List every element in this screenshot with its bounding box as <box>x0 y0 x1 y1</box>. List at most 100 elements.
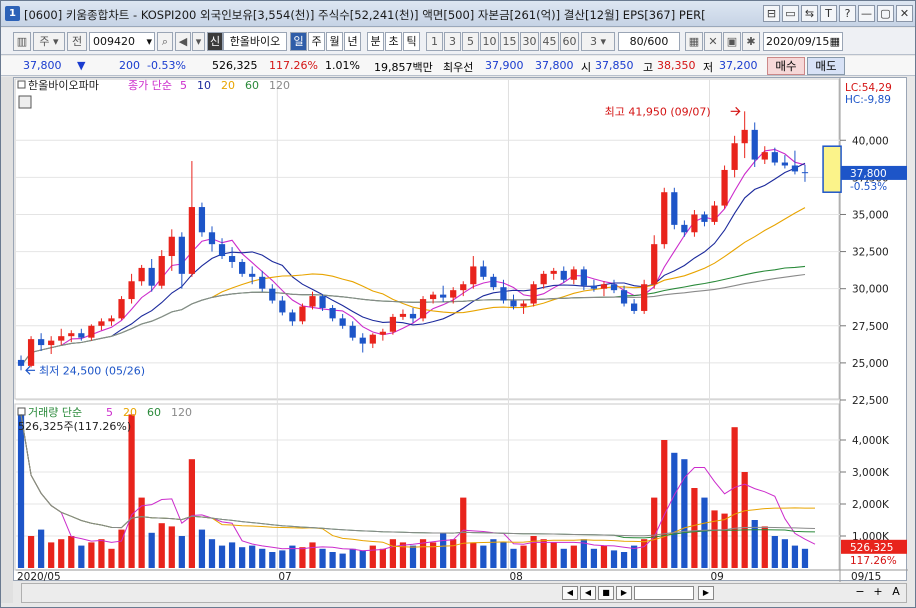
toolbar: ▥ 주 ▾ 전 009420 ▾ ⌕ ◀ ▾ 신 한올바이오 일 주 월 년 분 … <box>1 28 915 55</box>
date-input[interactable]: 2020/09/15 ▦ <box>763 32 843 51</box>
price-change-pct: -0.53% <box>147 59 186 72</box>
interval-5[interactable]: 5 <box>462 32 479 51</box>
volume-bar <box>761 526 768 568</box>
period-second[interactable]: 초 <box>385 32 402 51</box>
interval-3[interactable]: 3 <box>444 32 461 51</box>
current-price: 37,800 <box>23 59 62 72</box>
interval-1[interactable]: 1 <box>426 32 443 51</box>
volume-bar <box>178 536 185 568</box>
candle-body <box>108 318 115 322</box>
x-tick-label: 07 <box>278 571 291 582</box>
candle-body <box>289 312 296 322</box>
speaker-icon[interactable]: ◀ <box>175 32 191 51</box>
prev-button[interactable]: 전 <box>67 32 87 51</box>
period-week[interactable]: 주 <box>308 32 325 51</box>
volume-bar <box>128 414 135 568</box>
candle-body <box>580 269 587 286</box>
legend-ma-120: 120 <box>269 79 290 92</box>
search-icon[interactable]: ⌕ <box>157 32 173 51</box>
period-year[interactable]: 년 <box>344 32 361 51</box>
period-tick[interactable]: 틱 <box>403 32 420 51</box>
candle-body <box>259 276 266 289</box>
high-label: 고 <box>643 61 654 74</box>
interval-30[interactable]: 30 <box>520 32 539 51</box>
period-minute[interactable]: 분 <box>367 32 384 51</box>
candle-body <box>88 325 95 338</box>
candle-body <box>510 300 517 307</box>
maximize-button[interactable]: ▢ <box>877 5 894 22</box>
scroll-stop-button[interactable]: ■ <box>598 586 614 600</box>
volume-bar <box>218 545 226 568</box>
count-input[interactable]: 80/600 <box>618 32 680 51</box>
help-icon[interactable]: ? <box>839 5 856 22</box>
link-icon[interactable]: ⇆ <box>801 5 818 22</box>
grid-icon[interactable]: ▦ <box>685 32 703 51</box>
chart-area[interactable]: 40,00037,50035,00032,50030,00027,50025,0… <box>13 77 908 582</box>
text-icon[interactable]: T <box>820 5 837 22</box>
save-icon[interactable]: ▣ <box>723 32 741 51</box>
candle-body <box>450 290 457 298</box>
zoom-in-icon[interactable]: + <box>870 586 886 600</box>
stock-legend-name: 한올바이오파마 <box>28 79 99 92</box>
layout-icon[interactable]: ⊟ <box>763 5 780 22</box>
volume-bar <box>158 523 165 568</box>
price-panel <box>14 78 840 400</box>
period-day[interactable]: 일 <box>290 32 307 51</box>
zoom-out-icon[interactable]: − <box>852 586 868 600</box>
candle-body <box>620 290 628 304</box>
volume-bar <box>691 488 698 568</box>
stock-code-input[interactable]: 009420 ▾ <box>89 32 155 51</box>
auto-scale-icon[interactable]: A <box>888 586 904 600</box>
window-icon[interactable]: ▭ <box>782 5 799 22</box>
volume-bar <box>148 532 155 568</box>
volume-bar <box>440 532 447 568</box>
down-arrow-icon: ▼ <box>77 59 86 72</box>
buy-button[interactable]: 매수 <box>767 57 805 75</box>
chart-svg[interactable]: 40,00037,50035,00032,50030,00027,50025,0… <box>14 78 908 582</box>
chart-scrollbar[interactable]: ◀ ◀ ■ ▶ ▶ − + A <box>21 583 907 603</box>
x-tick-label: 09/15 <box>851 571 881 582</box>
candle-body <box>329 307 336 319</box>
interval-60[interactable]: 60 <box>560 32 579 51</box>
legend-ma-60: 60 <box>245 79 259 92</box>
interval-10[interactable]: 10 <box>480 32 499 51</box>
period-month[interactable]: 월 <box>326 32 343 51</box>
candle-body <box>661 192 668 245</box>
interval-15[interactable]: 15 <box>500 32 519 51</box>
chevron-down-icon[interactable]: ▾ <box>192 32 205 51</box>
volume-bar <box>88 542 95 568</box>
gear-icon[interactable]: ✱ <box>742 32 760 51</box>
x-tick-label: 2020/05 <box>17 571 61 582</box>
cross-icon[interactable]: ✕ <box>704 32 722 51</box>
volume-bar <box>359 550 366 568</box>
candle-body <box>731 143 738 170</box>
price-change: 200 <box>119 59 140 72</box>
low-arrow-icon <box>25 365 36 375</box>
scroll-thumb[interactable] <box>634 586 694 600</box>
interval-custom[interactable]: 3 ▾ <box>581 32 615 51</box>
interval-45[interactable]: 45 <box>540 32 559 51</box>
volume-bar <box>198 529 206 568</box>
volume-bar <box>560 548 567 568</box>
volume-bar <box>620 552 628 568</box>
candle-body <box>721 169 728 206</box>
close-button[interactable]: ✕ <box>896 5 913 22</box>
ma-line-10 <box>111 162 806 337</box>
legend-volume-ma-60: 60 <box>147 406 161 419</box>
scroll-first-button[interactable]: ◀ <box>562 586 578 600</box>
app-icon[interactable]: 1 <box>5 6 20 21</box>
menu-select[interactable]: 주 ▾ <box>33 32 65 51</box>
quote-bar: 37,800 ▼ 200 -0.53% 526,325 117.26% 1.01… <box>1 56 915 76</box>
scroll-last-button[interactable]: ▶ <box>698 586 714 600</box>
candle-body <box>550 270 557 274</box>
scroll-prev-button[interactable]: ◀ <box>580 586 596 600</box>
sell-button[interactable]: 매도 <box>807 57 845 75</box>
candle-body <box>801 172 809 174</box>
candle-body <box>158 256 165 286</box>
minimize-button[interactable]: — <box>858 5 875 22</box>
candle-body <box>269 288 276 301</box>
title-bar: 1 [0600] 키움종합차트 - KOSPI200 외국인보유[3,554(천… <box>1 1 915 27</box>
chart-type-icon[interactable]: ▥ <box>13 32 31 51</box>
volume-bar <box>801 548 809 568</box>
scroll-next-button[interactable]: ▶ <box>616 586 632 600</box>
